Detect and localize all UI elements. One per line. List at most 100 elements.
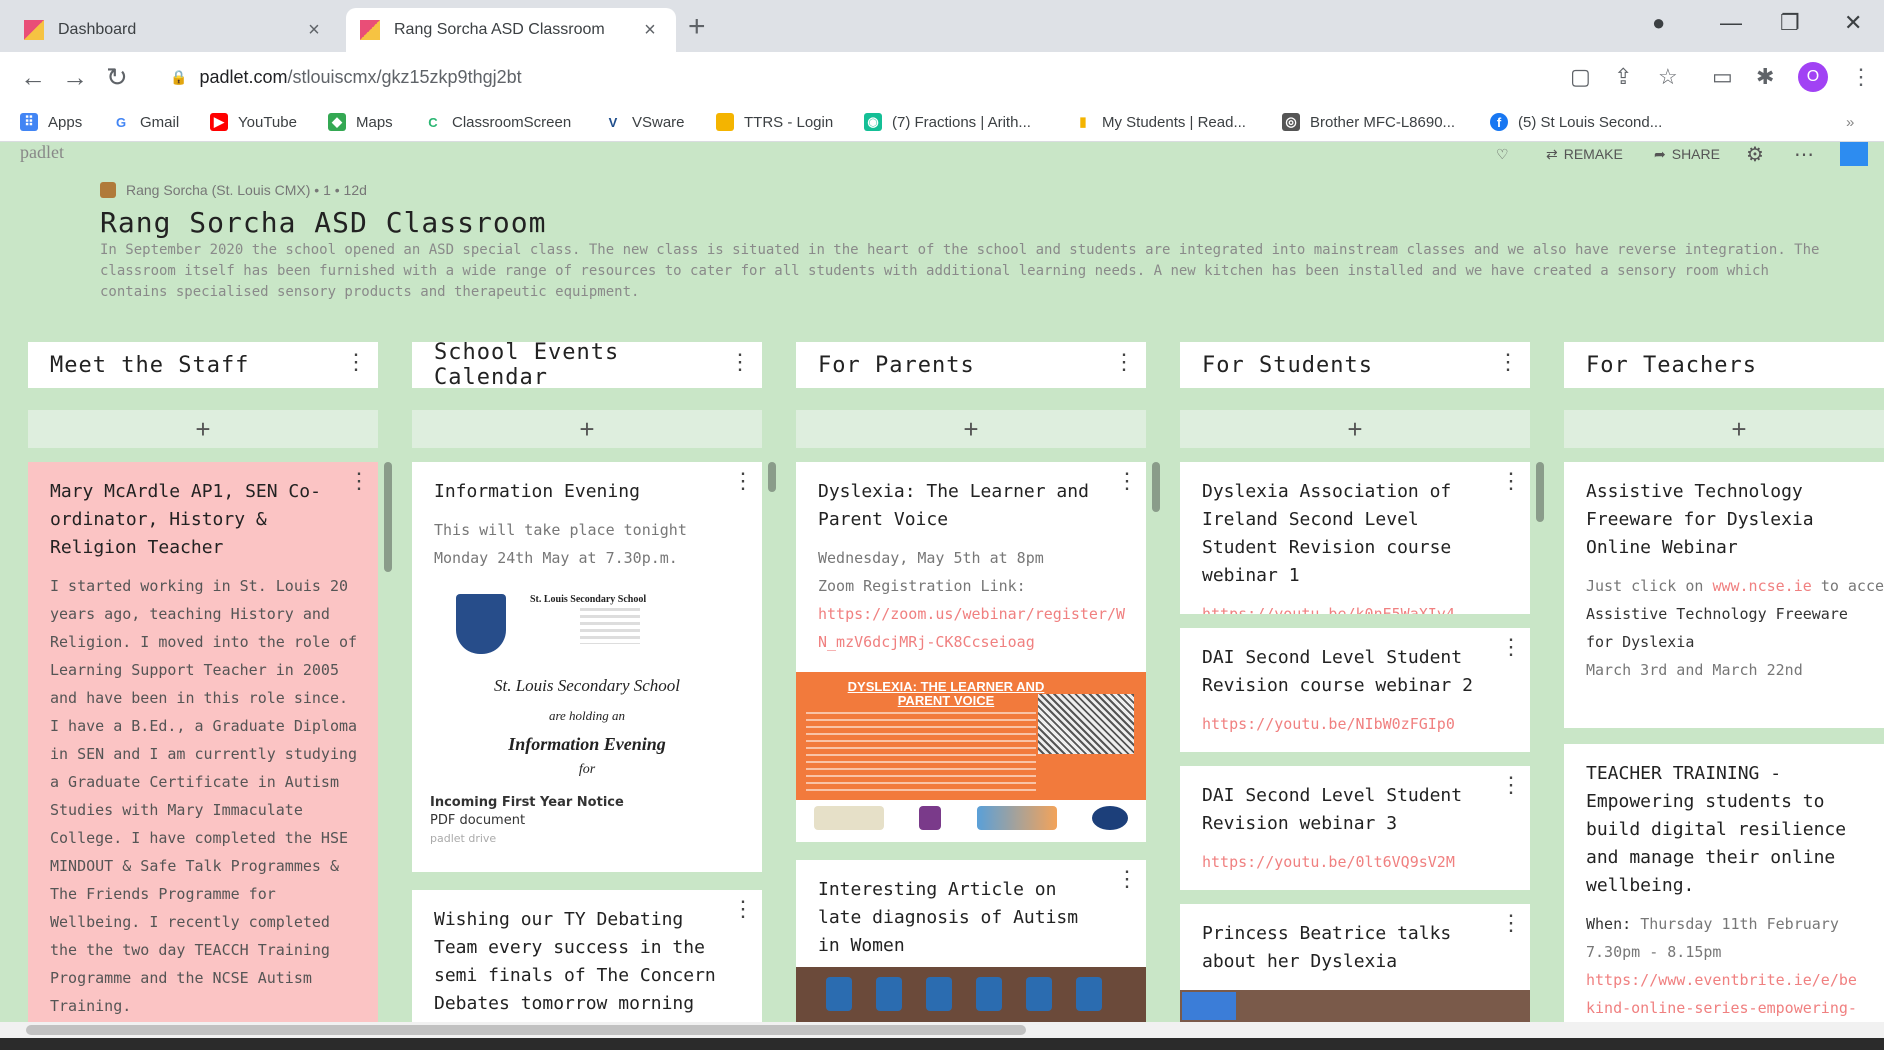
horizontal-scrollbar-thumb[interactable] (26, 1025, 1026, 1035)
event-flyer-image[interactable]: DYSLEXIA: THE LEARNER AND PARENT VOICE (796, 672, 1146, 800)
tab-dashboard[interactable]: Dashboard × (10, 8, 340, 52)
board-meta: Rang Sorcha (St. Louis CMX) • 1 • 12d (100, 182, 367, 198)
address-bar[interactable]: 🔒 padlet.com/stlouiscmx/gkz15zkp9thgj2bt (160, 60, 1580, 94)
doc-school-header: St. Louis Secondary School (530, 594, 647, 605)
post-card[interactable]: Assistive Technology Freeware for Dyslex… (1564, 462, 1884, 728)
post-date: Wednesday, May 5th at 8pm (818, 549, 1044, 567)
forward-arrow-icon[interactable]: → (62, 62, 88, 93)
bookmark-apps[interactable]: ⠿ Apps (20, 102, 82, 142)
column-menu-icon[interactable]: ⋮ (1497, 350, 1520, 375)
column-meet-the-staff: Meet the Staff ⋮ + (28, 342, 378, 448)
bookmark-label: Apps (48, 113, 83, 131)
bookmark-classroomscreen[interactable]: C ClassroomScreen (424, 102, 571, 142)
new-tab-button[interactable]: + (688, 12, 706, 42)
post-menu-icon[interactable]: ⋮ (348, 468, 370, 494)
settings-gear-icon[interactable]: ⚙ (1746, 142, 1764, 166)
zoom-registration-link[interactable]: https://zoom.us/webinar/register/WN_mzV6… (796, 600, 1146, 656)
column-scrollbar[interactable] (1536, 462, 1544, 522)
post-menu-icon[interactable]: ⋮ (1500, 634, 1522, 660)
column-scrollbar[interactable] (1152, 462, 1160, 512)
post-menu-icon[interactable]: ⋮ (1500, 468, 1522, 494)
close-tab-icon[interactable]: × (302, 19, 326, 42)
post-card[interactable]: ⋮ DAI Second Level Student Revision webi… (1180, 766, 1530, 890)
column-menu-icon[interactable]: ⋮ (345, 350, 368, 375)
post-menu-icon[interactable]: ⋮ (1116, 468, 1138, 494)
bookmark-ttrs[interactable]: TTRS - Login (716, 102, 833, 142)
horizontal-scrollbar[interactable] (0, 1022, 1884, 1038)
column-scrollbar[interactable] (384, 462, 392, 572)
restore-window-button[interactable]: ❐ (1780, 10, 1800, 36)
video-thumbnail[interactable] (1180, 990, 1530, 1022)
post-card[interactable]: ⋮ Princess Beatrice talks about her Dysl… (1180, 904, 1530, 1022)
post-menu-icon[interactable]: ⋮ (732, 896, 754, 922)
author-avatar (100, 182, 116, 198)
reload-icon[interactable]: ↻ (106, 62, 128, 93)
post-menu-icon[interactable]: ⋮ (732, 468, 754, 494)
post-menu-icon[interactable]: ⋮ (1500, 910, 1522, 936)
column-for-parents: For Parents ⋮ + (796, 342, 1146, 448)
column-menu-icon[interactable]: ⋮ (729, 350, 752, 375)
add-post-button[interactable]: + (1180, 410, 1530, 448)
close-tab-icon[interactable]: × (638, 19, 662, 42)
remake-button[interactable]: ⇄ REMAKE (1546, 142, 1623, 166)
padlet-logo[interactable]: padlet (20, 142, 64, 163)
bookmark-star-icon[interactable]: ☆ (1658, 64, 1678, 90)
add-post-button[interactable]: + (796, 410, 1146, 448)
post-card[interactable]: ⋮ Dyslexia Association of Ireland Second… (1180, 462, 1530, 614)
column-title: For Parents (818, 352, 975, 378)
share-icon[interactable]: ⇪ (1614, 64, 1632, 90)
post-card[interactable]: ⋮ Interesting Article on late diagnosis … (796, 860, 1146, 1022)
bookmark-youtube[interactable]: ▶ YouTube (210, 102, 297, 142)
post-card[interactable]: ⋮ Dyslexia: The Learner and Parent Voice… (796, 462, 1146, 842)
bookmark-st-louis[interactable]: f (5) St Louis Second... (1490, 102, 1662, 142)
tab-capture-icon[interactable]: ▢ (1570, 64, 1591, 90)
column-for-teachers: For Teachers + (1564, 342, 1884, 448)
heart-icon[interactable]: ♡ (1496, 142, 1509, 166)
youtube-link[interactable]: https://youtu.be/k0nE5WaXIy4 (1180, 596, 1530, 614)
bookmarks-overflow-icon[interactable]: » (1846, 102, 1854, 142)
minimize-window-button[interactable]: — (1720, 10, 1742, 36)
browser-menu-icon[interactable]: ⋮ (1850, 64, 1872, 90)
eventbrite-link[interactable]: https://www.eventbrite.ie/e/bekind-onlin… (1564, 966, 1884, 1022)
add-post-button[interactable]: + (1564, 410, 1884, 448)
flyer-title: DYSLEXIA: THE LEARNER AND PARENT VOICE (847, 679, 1045, 708)
post-menu-icon[interactable]: ⋮ (1500, 772, 1522, 798)
bookmark-fractions[interactable]: ◉ (7) Fractions | Arith... (864, 102, 1031, 142)
back-arrow-icon[interactable]: ← (20, 62, 46, 93)
url-host: padlet.com (199, 66, 288, 87)
new-post-button[interactable] (1840, 142, 1868, 166)
sponsor-logo (976, 806, 1057, 830)
bookmark-brother[interactable]: ◎ Brother MFC-L8690... (1282, 102, 1455, 142)
add-post-button[interactable]: + (412, 410, 762, 448)
doc-line: St. Louis Secondary School (493, 676, 681, 695)
bookmark-gmail[interactable]: G Gmail (112, 102, 179, 142)
extension-icon[interactable]: ▭ (1712, 64, 1733, 90)
youtube-link[interactable]: https://youtu.be/0lt6VQ9sV2M (1180, 844, 1530, 876)
profile-avatar[interactable]: O (1798, 62, 1828, 92)
bookmark-vsware[interactable]: V VSware (604, 102, 685, 142)
post-card[interactable]: ⋮ Wishing our TY Debating Team every suc… (412, 890, 762, 1022)
bookmark-maps[interactable]: ◆ Maps (328, 102, 393, 142)
puzzle-icon[interactable]: ✱ (1756, 64, 1774, 90)
attachment-type: PDF document (430, 813, 526, 828)
post-card[interactable]: TEACHER TRAINING - Empowering students t… (1564, 744, 1884, 1022)
post-menu-icon[interactable]: ⋮ (1116, 866, 1138, 892)
share-button[interactable]: ➦ SHARE (1654, 142, 1720, 166)
tab-search-icon[interactable]: ● (1652, 10, 1665, 36)
bookmark-my-students[interactable]: ▮ My Students | Read... (1074, 102, 1246, 142)
column-scrollbar[interactable] (768, 462, 776, 492)
classroomscreen-icon: C (424, 113, 442, 131)
sponsor-logo (813, 806, 884, 830)
column-menu-icon[interactable]: ⋮ (1113, 350, 1136, 375)
youtube-link[interactable]: https://youtu.be/NIbW0zFGIp0 (1180, 706, 1530, 738)
article-image[interactable] (796, 967, 1146, 1022)
close-window-button[interactable]: ✕ (1844, 10, 1862, 36)
add-post-button[interactable]: + (28, 410, 378, 448)
more-options-icon[interactable]: ⋯ (1794, 142, 1814, 166)
post-card[interactable]: ⋮ Information Evening This will take pla… (412, 462, 762, 872)
post-card[interactable]: ⋮ Mary McArdle AP1, SEN Co-ordinator, Hi… (28, 462, 378, 1022)
ncse-link[interactable]: www.ncse.ie (1712, 577, 1811, 595)
tab-rang-sorcha[interactable]: Rang Sorcha ASD Classroom × (346, 8, 676, 52)
pdf-preview[interactable]: St. Louis Secondary School St. Louis Sec… (430, 584, 744, 794)
post-card[interactable]: ⋮ DAI Second Level Student Revision cour… (1180, 628, 1530, 752)
